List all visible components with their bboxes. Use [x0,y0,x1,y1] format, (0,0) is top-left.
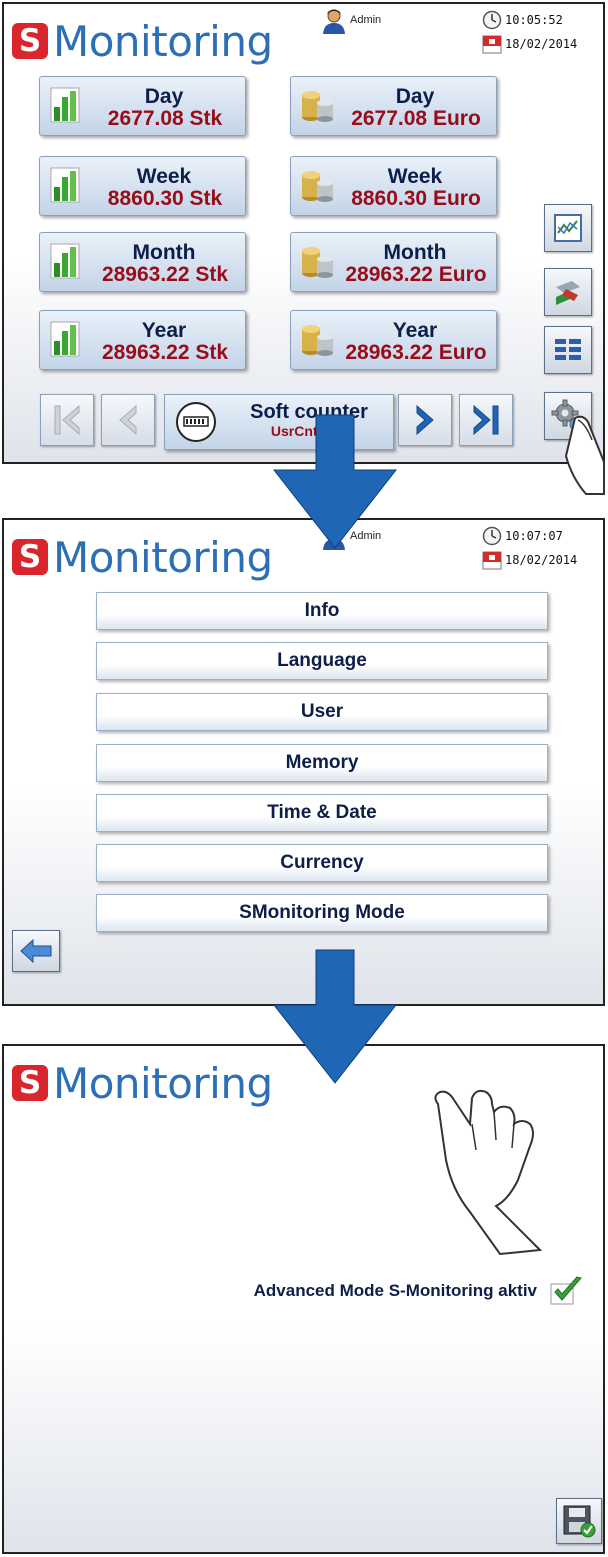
mode-status-text: Advanced Mode S-Monitoring aktiv [253,1281,537,1300]
counter-icon [176,402,216,442]
user-name: Admin [350,14,382,26]
user-icon [323,525,345,550]
list-view-button[interactable] [544,326,592,374]
tile-day-count[interactable]: Day 2677.08 Stk [39,76,246,136]
transfer-button[interactable] [544,268,592,316]
menu-item-currency[interactable]: Currency [96,844,548,882]
skip-first-icon [54,404,80,436]
logo-text: Monitoring [53,16,273,66]
tile-label: Month [383,241,447,264]
tile-year-amount[interactable]: Year 28963.22 Euro [290,310,497,370]
counter-selector[interactable]: Soft counter UsrCntr_2T [164,394,394,450]
counter-title: Soft counter [250,401,368,423]
line-chart-icon [554,214,582,242]
tile-month-count[interactable]: Month 28963.22 Stk [39,232,246,292]
tile-value: 28963.22 Euro [345,341,487,364]
menu-item-smonitoring-mode[interactable]: SMonitoring Mode [96,894,548,932]
back-button[interactable] [12,930,60,972]
tile-month-amount[interactable]: Month 28963.22 Euro [290,232,497,292]
tile-week-count[interactable]: Week 8860.30 Stk [39,156,246,216]
list-icon [555,339,581,360]
next-page-button[interactable] [398,394,452,446]
tile-value: 2677.08 Euro [351,107,481,130]
chevron-right-icon [416,404,434,436]
logo-text: Monitoring [53,532,273,582]
time-text: 10:05:52 [505,13,563,27]
last-page-button[interactable] [459,394,513,446]
previous-page-button[interactable] [101,394,155,446]
app-logo: S Monitoring [12,1056,273,1110]
first-page-button[interactable] [40,394,94,446]
arrow-left-icon [20,938,52,964]
chevron-left-icon [119,404,137,436]
chart-view-button[interactable] [544,204,592,252]
current-user: Admin [322,8,381,34]
bar-chart-icon [50,87,80,128]
tile-value: 8860.30 Stk [107,187,223,210]
tile-label: Month [132,241,196,264]
mode-status: Advanced Mode S-Monitoring aktiv [4,1276,603,1306]
coins-icon [301,321,335,362]
tile-day-amount[interactable]: Day 2677.08 Euro [290,76,497,136]
date-text: 18/02/2014 [505,37,578,51]
bar-chart-icon [50,243,80,284]
date-text: 18/02/2014 [505,553,578,567]
clock-icon [482,10,502,30]
coins-icon [301,243,335,284]
coins-icon [301,167,335,208]
transfer-icon [556,281,580,305]
logo-initial: S [12,1065,48,1101]
tile-label: Week [387,165,443,188]
app-logo: S Monitoring [12,530,273,584]
user-name: Admin [350,530,382,542]
logo-initial: S [12,539,48,575]
datetime-display: 10:07:07 18/02/2014 [482,524,577,572]
bar-chart-icon [50,167,80,208]
logo-initial: S [12,23,48,59]
tile-label: Year [392,319,438,342]
tile-value: 28963.22 Euro [345,263,487,286]
tile-value: 28963.22 Stk [101,341,229,364]
tile-value: 8860.30 Euro [351,187,481,210]
bar-chart-icon [50,321,80,362]
counter-subtitle: UsrCntr_2T [270,423,348,439]
settings-menu-screen: S Monitoring Admin 10:07:07 18/02/2014 I… [2,518,605,1006]
tile-label: Day [144,85,184,108]
mode-status-screen: S Monitoring Advanced Mode S-Monitoring … [2,1044,605,1554]
menu-item-time-date[interactable]: Time & Date [96,794,548,832]
save-button[interactable] [556,1498,602,1544]
user-icon [323,9,345,34]
tile-value: 2677.08 Stk [107,107,223,130]
tile-year-count[interactable]: Year 28963.22 Stk [39,310,246,370]
menu-item-user[interactable]: User [96,693,548,731]
coins-icon [301,87,335,128]
gear-icon [551,399,583,431]
menu-item-memory[interactable]: Memory [96,744,548,782]
checkmark-icon [550,1276,582,1305]
save-icon [563,1505,596,1538]
calendar-icon [482,551,502,570]
app-logo: S Monitoring [12,14,273,68]
menu-item-language[interactable]: Language [96,642,548,680]
dashboard-screen: S Monitoring Admin 10:05:52 18/02/2014 D… [2,2,605,464]
tile-week-amount[interactable]: Week 8860.30 Euro [290,156,497,216]
tile-label: Year [141,319,187,342]
tile-label: Day [395,85,435,108]
settings-button[interactable] [544,392,592,440]
calendar-icon [482,35,502,54]
tile-label: Week [136,165,192,188]
datetime-display: 10:05:52 18/02/2014 [482,8,577,56]
menu-item-info[interactable]: Info [96,592,548,630]
current-user: Admin [322,524,381,550]
clock-icon [482,526,502,546]
time-text: 10:07:07 [505,529,563,543]
skip-last-icon [473,404,499,436]
logo-text: Monitoring [53,1058,273,1108]
tile-value: 28963.22 Stk [101,263,229,286]
